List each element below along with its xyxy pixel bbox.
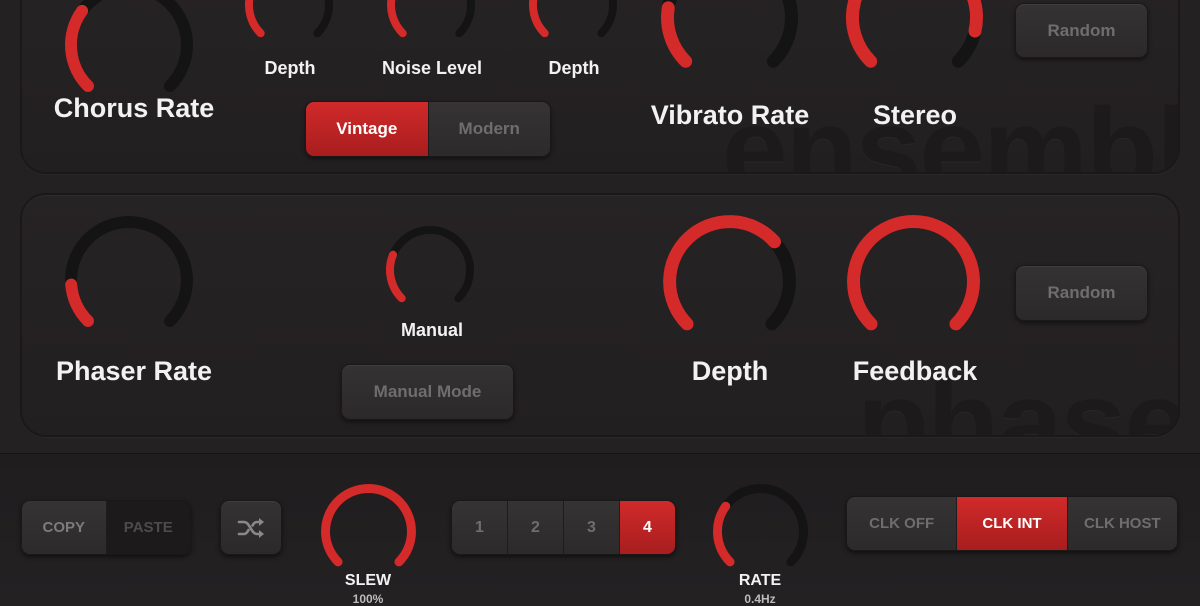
copy-button[interactable]: COPY — [22, 501, 107, 554]
knob-value-arc — [713, 501, 735, 567]
paste-button[interactable]: PASTE — [106, 501, 190, 554]
slew-knob[interactable] — [320, 483, 417, 580]
stereo-label: Stereo — [872, 100, 958, 130]
knob-value-arc — [386, 250, 406, 303]
ensemble-random-button[interactable]: Random — [1015, 3, 1148, 58]
slew-value: 100% — [352, 592, 384, 606]
noise-level-label: Noise Level — [381, 58, 483, 78]
shuffle-button[interactable] — [220, 500, 282, 555]
knob-value-arc — [387, 0, 407, 38]
clock-selector-option-clk-int[interactable]: CLK INT — [957, 497, 1068, 550]
vibrato-depth-label: Depth — [548, 58, 600, 78]
phaser-panel: phaser — [20, 193, 1180, 437]
knob-value-arc — [847, 215, 980, 331]
knob-track — [713, 484, 808, 567]
clock-selector-option-clk-off[interactable]: CLK OFF — [847, 497, 958, 550]
feedback-label: Feedback — [852, 356, 978, 386]
knob-value-arc — [245, 0, 265, 38]
copy-paste-group: COPY PASTE — [21, 500, 191, 555]
vibrato-rate-knob[interactable] — [660, 0, 799, 87]
vibrato-rate-label: Vibrato Rate — [650, 100, 810, 130]
knob-value-arc — [321, 484, 416, 567]
knob-track — [65, 216, 193, 328]
phaser-depth-label: Depth — [691, 356, 769, 386]
knob-value-arc — [529, 0, 549, 38]
manual-label: Manual — [400, 320, 463, 340]
slew-label: SLEW — [344, 572, 392, 589]
ensemble-mode-selector-option-modern[interactable]: Modern — [428, 102, 550, 156]
phaser-rate-label: Phaser Rate — [55, 356, 213, 386]
page-selector-option-1[interactable]: 1 — [452, 501, 508, 554]
page-selector: 1234 — [451, 500, 676, 555]
phaser-depth-knob[interactable] — [662, 214, 797, 349]
manual-mode-button[interactable]: Manual Mode — [341, 364, 514, 420]
page-selector-option-2[interactable]: 2 — [508, 501, 564, 554]
stereo-knob[interactable] — [845, 0, 984, 87]
feedback-knob[interactable] — [846, 214, 981, 349]
chorus-depth-knob[interactable] — [244, 0, 334, 50]
knob-value-arc — [846, 0, 983, 68]
rate-label: RATE — [738, 572, 782, 589]
ensemble-mode-selector-option-vintage[interactable]: Vintage — [306, 102, 429, 156]
chorus-depth-label: Depth — [264, 58, 316, 78]
rate-knob[interactable] — [712, 483, 809, 580]
manual-knob[interactable] — [385, 225, 475, 315]
knob-track — [65, 0, 193, 93]
rate-value: 0.4Hz — [744, 592, 776, 606]
ensemble-mode-selector: Vintage Modern — [305, 101, 551, 157]
knob-value-arc — [65, 4, 94, 93]
page-selector-option-3[interactable]: 3 — [564, 501, 620, 554]
vibrato-depth-knob[interactable] — [528, 0, 618, 50]
clock-selector: CLK OFF CLK INT CLK HOST — [846, 496, 1178, 551]
knob-value-arc — [661, 1, 693, 68]
knob-value-arc — [65, 278, 94, 328]
shuffle-icon — [237, 517, 265, 539]
knob-track — [386, 226, 474, 303]
phaser-rate-knob[interactable] — [64, 215, 194, 345]
clock-selector-option-clk-host[interactable]: CLK HOST — [1067, 497, 1177, 550]
knob-value-arc — [663, 215, 782, 331]
noise-level-knob[interactable] — [386, 0, 476, 50]
chorus-rate-label: Chorus Rate — [53, 93, 215, 123]
page-selector-option-4[interactable]: 4 — [620, 501, 675, 554]
phaser-random-button[interactable]: Random — [1015, 265, 1148, 321]
